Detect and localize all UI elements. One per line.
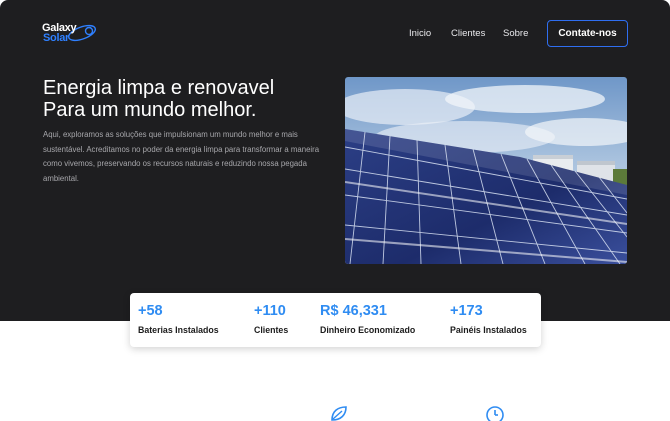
nav-link-clientes[interactable]: Clientes bbox=[451, 28, 485, 39]
hero-section: Galaxy Solar Inicio Clientes Sobre Conta… bbox=[0, 0, 670, 321]
stat-label: Baterias Instalados bbox=[138, 325, 219, 335]
logo[interactable]: Galaxy Solar bbox=[42, 21, 98, 45]
hero-description: Aqui, exploramos as soluções que impulsi… bbox=[43, 130, 320, 183]
solar-panels-image bbox=[345, 77, 627, 264]
headline-line-1: Energia limpa e renovavel bbox=[43, 77, 275, 99]
stat-clientes: +110 Clientes bbox=[254, 302, 288, 335]
stat-baterias: +58 Baterias Instalados bbox=[138, 302, 219, 335]
headline-line-2: Para um mundo melhor. bbox=[43, 99, 257, 121]
stat-value: +58 bbox=[138, 303, 163, 319]
stats-card: +58 Baterias Instalados +110 Clientes R$… bbox=[130, 293, 541, 347]
stat-label: Dinheiro Economizado bbox=[320, 325, 416, 335]
stat-paineis: +173 Painéis Instalados bbox=[450, 302, 527, 335]
stat-value: +110 bbox=[254, 303, 286, 319]
stat-dinheiro: R$ 46,331 Dinheiro Economizado bbox=[320, 302, 415, 335]
stat-label: Painéis Instalados bbox=[450, 325, 527, 335]
hero-headline: Energia limpa e renovavel Para um mundo … bbox=[43, 77, 333, 121]
contact-button[interactable]: Contate-nos bbox=[547, 20, 628, 47]
stat-label: Clientes bbox=[254, 325, 289, 335]
page: Galaxy Solar Inicio Clientes Sobre Conta… bbox=[0, 0, 670, 421]
clock-icon bbox=[486, 406, 504, 421]
stat-value: +173 bbox=[450, 303, 483, 319]
leaf-icon bbox=[331, 406, 347, 421]
nav-link-inicio[interactable]: Inicio bbox=[409, 28, 431, 39]
stat-value: R$ 46,331 bbox=[320, 303, 387, 319]
nav-link-sobre[interactable]: Sobre bbox=[503, 28, 528, 39]
logo-text-solar: Solar bbox=[43, 32, 70, 44]
